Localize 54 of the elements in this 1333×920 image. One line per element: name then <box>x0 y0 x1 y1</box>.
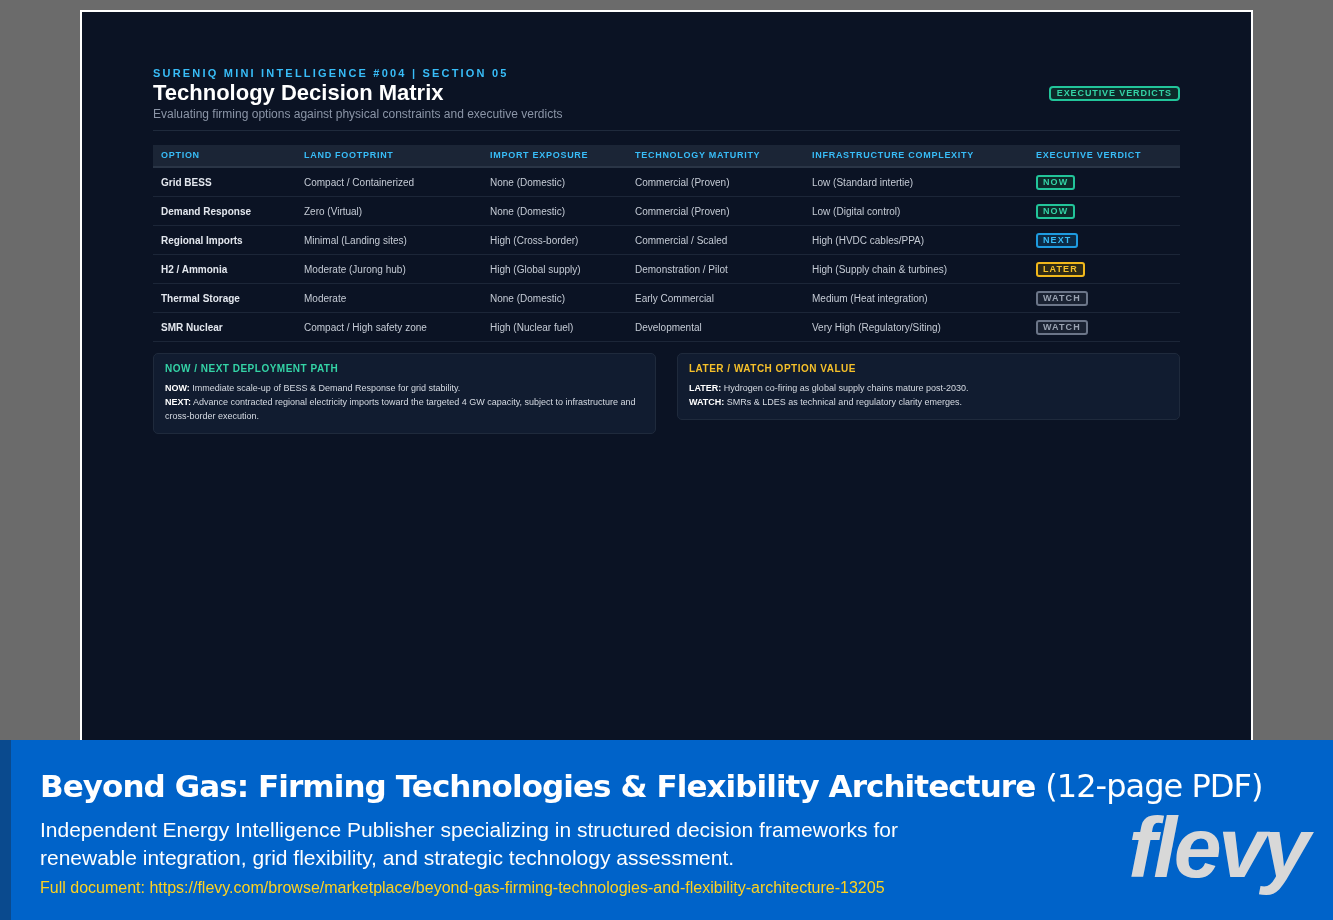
table-cell-text: Grid BESS <box>160 175 213 190</box>
table-cell-text: Very High (Regulatory/Siting) <box>811 320 942 335</box>
table-cell-text: H2 / Ammonia <box>160 262 229 277</box>
table-cell-text: Commercial (Proven) <box>634 204 731 219</box>
eyebrow-text: SURENIQ MINI INTELLIGENCE #004 | SECTION 05 <box>153 66 510 80</box>
table-cell-text: High (Supply chain & turbines) <box>811 262 949 277</box>
table-cell-text: High (HVDC cables/PPA) <box>811 233 926 248</box>
note-text: NEXT: Advance contracted regional electricity imports toward the targeted 4 GW capacity, subject to infrastructure and cross-border execution. <box>165 396 637 423</box>
table-cell-text: Zero (Virtual) <box>303 204 364 219</box>
table-cell-text: Minimal (Landing sites) <box>303 233 408 248</box>
table-cell-text: Compact / Containerized <box>303 175 416 190</box>
note-text: WATCH: SMRs & LDES as technical and regulatory clarity emerges. <box>689 396 963 409</box>
verdict-badge: NOW <box>1036 174 1076 190</box>
column-header: OPTION <box>160 148 201 162</box>
table-cell-text: Demand Response <box>160 204 253 219</box>
column-header: TECHNOLOGY MATURITY <box>634 148 762 162</box>
table-cell-text: Regional Imports <box>160 233 244 248</box>
document-title: Beyond Gas: Firming Technologies & Flexibility Architecture <box>40 767 1036 806</box>
slide-subtitle: Evaluating firming options against physical constraints and executive verdicts <box>153 106 563 122</box>
verdict-badge: WATCH <box>1036 319 1088 335</box>
table-cell-text: Moderate <box>303 291 348 306</box>
table-cell-text: Developmental <box>634 320 703 335</box>
table-cell-text: None (Domestic) <box>489 204 567 219</box>
note-title: LATER / WATCH OPTION VALUE <box>689 362 857 376</box>
column-header: IMPORT EXPOSURE <box>489 148 590 162</box>
verdict-badge: WATCH <box>1036 290 1088 306</box>
note-text: LATER: Hydrogen co-firing as global supply chains mature post-2030. <box>689 382 970 395</box>
verdict-badge: LATER <box>1036 261 1085 277</box>
table-cell-text: Commercial (Proven) <box>634 175 731 190</box>
table-cell-text: High (Cross-border) <box>489 233 580 248</box>
table-cell-text: High (Nuclear fuel) <box>489 320 575 335</box>
table-cell-text: Low (Digital control) <box>811 204 902 219</box>
table-cell-text: Thermal Storage <box>160 291 241 306</box>
column-header: INFRASTRUCTURE COMPLEXITY <box>811 148 975 162</box>
note-text: NOW: Immediate scale-up of BESS & Demand Response for grid stability. <box>165 382 462 395</box>
table-cell-text: SMR Nuclear <box>160 320 224 335</box>
verdict-badge: NEXT <box>1036 232 1079 248</box>
document-description: Independent Energy Intelligence Publisher specializing in structured decision frameworks for renewable integration, grid flexibility, and strategic technology assessment. <box>40 817 899 871</box>
table-cell-text: Low (Standard intertie) <box>811 175 915 190</box>
column-header: EXECUTIVE VERDICT <box>1035 148 1143 162</box>
table-cell-text: Early Commercial <box>634 291 715 306</box>
table-cell-text: Moderate (Jurong hub) <box>303 262 407 277</box>
table-cell-text: Medium (Heat integration) <box>811 291 929 306</box>
table-cell-text: Demonstration / Pilot <box>634 262 729 277</box>
table-cell-text: Compact / High safety zone <box>303 320 428 335</box>
slide-title: Technology Decision Matrix <box>153 80 445 106</box>
note-title: NOW / NEXT DEPLOYMENT PATH <box>165 362 340 376</box>
section-badge: EXECUTIVE VERDICTS <box>1048 86 1180 101</box>
table-cell-text: Commercial / Scaled <box>634 233 729 248</box>
column-header: LAND FOOTPRINT <box>303 148 395 162</box>
table-cell-text: None (Domestic) <box>489 291 567 306</box>
table-cell-text: High (Global supply) <box>489 262 582 277</box>
verdict-badge: NOW <box>1036 203 1076 219</box>
table-cell-text: None (Domestic) <box>489 175 567 190</box>
